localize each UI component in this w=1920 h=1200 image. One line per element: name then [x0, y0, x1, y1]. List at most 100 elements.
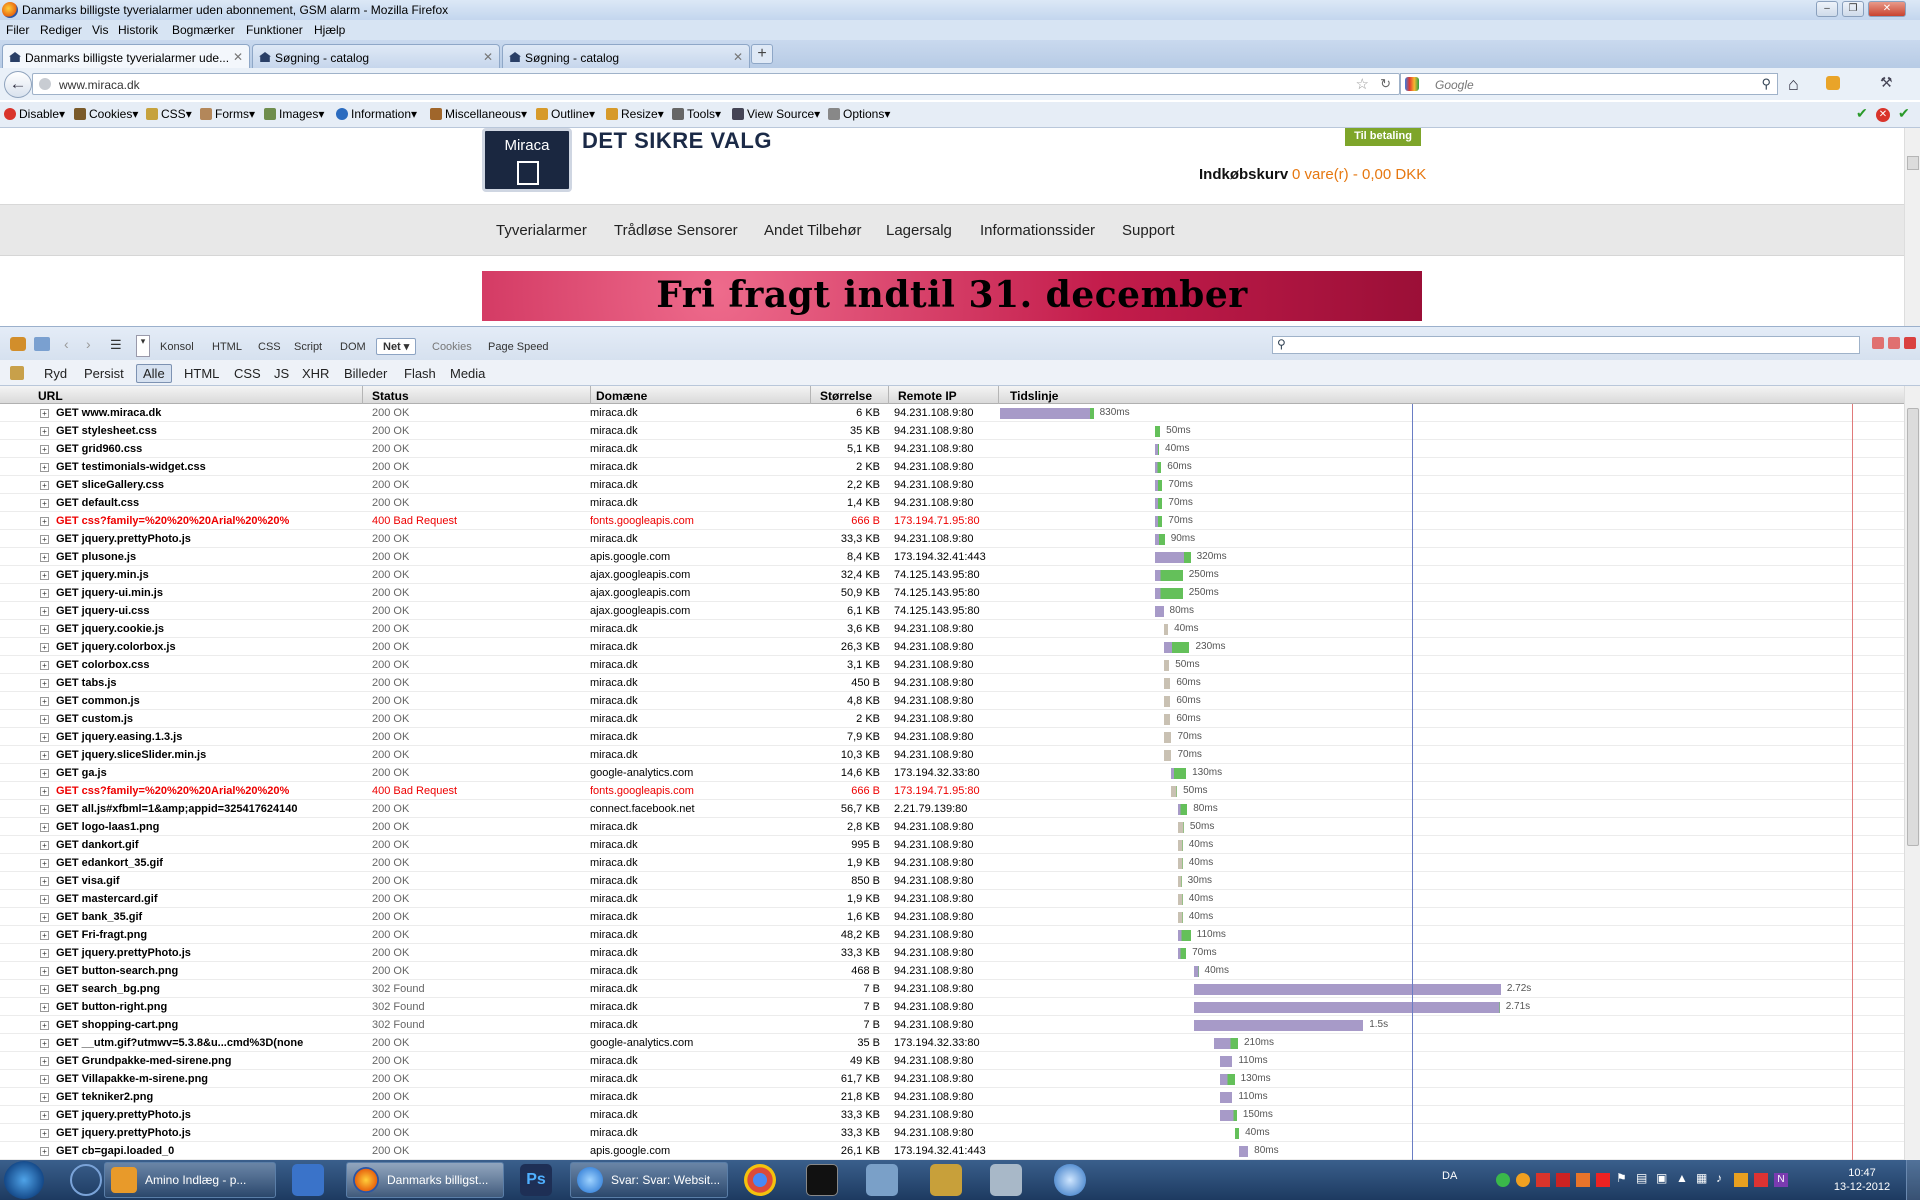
task-firefox[interactable]: Danmarks billigst... [346, 1162, 504, 1198]
wd-disable[interactable]: Disable▾ [4, 107, 65, 121]
expand-row-icon[interactable]: + [40, 967, 49, 976]
net-request-row[interactable]: + GET stylesheet.css 200 OK miraca.dk 35 KB 9… [0, 422, 1904, 440]
expand-row-icon[interactable]: + [40, 571, 49, 580]
expand-row-icon[interactable]: + [40, 949, 49, 958]
net-filter-js[interactable]: JS [274, 366, 289, 381]
timeline-bar[interactable] [1239, 1146, 1249, 1157]
tray-network-icon[interactable]: ▦ [1696, 1171, 1707, 1185]
expand-row-icon[interactable]: + [40, 1057, 49, 1066]
net-filter-xhr[interactable]: XHR [302, 366, 329, 381]
close-tab-icon[interactable]: ✕ [483, 50, 493, 64]
back-arrow-icon[interactable]: ‹ [64, 336, 69, 352]
new-tab-button[interactable]: + [751, 44, 773, 64]
addon-icon[interactable] [1826, 76, 1840, 90]
timeline-bar[interactable] [1154, 534, 1165, 545]
tray-pdf-icon[interactable] [1754, 1173, 1768, 1187]
checkmark-icon[interactable]: ✔ [1898, 105, 1910, 122]
expand-row-icon[interactable]: + [40, 553, 49, 562]
expand-row-icon[interactable]: + [40, 769, 49, 778]
net-request-row[interactable]: + GET edankort_35.gif 200 OK miraca.dk 1,9 K… [0, 854, 1904, 872]
expand-row-icon[interactable]: + [40, 805, 49, 814]
expand-row-icon[interactable]: + [40, 1021, 49, 1030]
expand-row-icon[interactable]: + [40, 481, 49, 490]
net-request-row[interactable]: + GET Villapakke-m-sirene.png 200 OK miraca… [0, 1070, 1904, 1088]
menu-vis[interactable]: Vis [92, 23, 108, 37]
timeline-bar[interactable] [1178, 894, 1183, 905]
net-request-row[interactable]: + GET www.miraca.dk 200 OK miraca.dk 6 KB 94.… [0, 404, 1904, 422]
expand-row-icon[interactable]: + [40, 427, 49, 436]
col-timeline[interactable]: Tidslinje [1010, 389, 1058, 403]
fb-minimize-icon[interactable] [1872, 337, 1884, 349]
timeline-bar[interactable] [1154, 516, 1163, 527]
net-request-row[interactable]: + GET jquery.cookie.js 200 OK miraca.dk 3,6 … [0, 620, 1904, 638]
fb-tab-dom[interactable]: DOM [340, 341, 366, 353]
cart-value[interactable]: 0 vare(r) - 0,00 DKK [1292, 166, 1426, 183]
expand-row-icon[interactable]: + [40, 625, 49, 634]
page-scrollbar[interactable] [1904, 128, 1920, 326]
tray-mail-icon[interactable] [1556, 1173, 1570, 1187]
timeline-bar[interactable] [1171, 768, 1187, 779]
timeline-bar[interactable] [1178, 948, 1187, 959]
expand-row-icon[interactable]: + [40, 1075, 49, 1084]
net-request-row[interactable]: + GET visa.gif 200 OK miraca.dk 850 B 94.231.… [0, 872, 1904, 890]
tools-icon[interactable]: ⚒ [1880, 74, 1893, 91]
expand-row-icon[interactable]: + [40, 1003, 49, 1012]
safari-icon[interactable] [1054, 1164, 1086, 1196]
menu-filer[interactable]: Filer [6, 23, 29, 37]
bookmark-star-icon[interactable]: ☆ [1356, 75, 1369, 93]
minimize-button[interactable]: – [1816, 1, 1838, 17]
net-request-row[interactable]: + GET jquery-ui.css 200 OK ajax.googleapis.… [0, 602, 1904, 620]
timeline-bar[interactable] [1178, 930, 1191, 941]
menu-bogmaerker[interactable]: Bogmærker [172, 23, 235, 37]
tray-signal-icon[interactable]: ▤ [1636, 1171, 1647, 1185]
net-request-row[interactable]: + GET plusone.js 200 OK apis.google.com 8,4 … [0, 548, 1904, 566]
net-request-row[interactable]: + GET __utm.gif?utmwv=5.3.8&u...cmd%3D(no… [0, 1034, 1904, 1052]
firebug-icon[interactable] [10, 337, 26, 351]
timeline-bar[interactable] [1214, 1038, 1238, 1049]
timeline-bar[interactable] [1154, 462, 1162, 473]
net-options-icon[interactable] [10, 366, 24, 380]
net-request-row[interactable]: + GET jquery.easing.1.3.js 200 OK miraca.dk… [0, 728, 1904, 746]
tray-folder-icon[interactable] [1734, 1173, 1748, 1187]
home-button-icon[interactable]: ⌂ [1788, 74, 1799, 95]
net-request-row[interactable]: + GET search_bg.png 302 Found miraca.dk 7 B 9… [0, 980, 1904, 998]
explorer-app-icon[interactable] [930, 1164, 962, 1196]
menu-funktioner[interactable]: Funktioner [246, 23, 303, 37]
expand-row-icon[interactable]: + [40, 877, 49, 886]
fb-tab-css[interactable]: CSS [258, 341, 281, 353]
site-nav-lagersalg[interactable]: Lagersalg [886, 222, 952, 239]
task-amino[interactable]: Amino Indlæg - p... [104, 1162, 276, 1198]
wd-forms[interactable]: Forms▾ [200, 107, 255, 121]
expand-row-icon[interactable]: + [40, 445, 49, 454]
task-ie[interactable]: Svar: Svar: Websit... [570, 1162, 728, 1198]
net-request-row[interactable]: + GET logo-laas1.png 200 OK miraca.dk 2,8 KB… [0, 818, 1904, 836]
expand-row-icon[interactable]: + [40, 589, 49, 598]
net-request-row[interactable]: + GET dankort.gif 200 OK miraca.dk 995 B 94.2… [0, 836, 1904, 854]
timeline-bar[interactable] [1178, 822, 1184, 833]
net-request-row[interactable]: + GET button-search.png 200 OK miraca.dk 468… [0, 962, 1904, 980]
show-desktop-button[interactable] [1906, 1160, 1920, 1200]
net-filter-media[interactable]: Media [450, 366, 485, 381]
back-button[interactable]: ← [4, 71, 32, 98]
timeline-bar[interactable] [1163, 696, 1171, 707]
tab-catalog-2[interactable]: Søgning - catalog ✕ [502, 44, 750, 68]
net-request-row[interactable]: + GET jquery.prettyPhoto.js 200 OK miraca.d… [0, 944, 1904, 962]
expand-row-icon[interactable]: + [40, 751, 49, 760]
timeline-bar[interactable] [1154, 498, 1163, 509]
tools-app-icon[interactable] [990, 1164, 1022, 1196]
timeline-bar[interactable] [1194, 1002, 1500, 1013]
timeline-bar[interactable] [1219, 1074, 1235, 1085]
fb-tab-script[interactable]: Script [294, 341, 322, 353]
net-request-row[interactable]: + GET all.js#xfbml=1&amp;appid=3254176241… [0, 800, 1904, 818]
expand-row-icon[interactable]: + [40, 517, 49, 526]
expand-row-icon[interactable]: + [40, 787, 49, 796]
timeline-bar[interactable] [1163, 732, 1172, 743]
wd-view-source[interactable]: View Source▾ [732, 107, 820, 121]
timeline-bar[interactable] [1163, 714, 1171, 725]
tray-display-icon[interactable]: ▣ [1656, 1171, 1667, 1185]
net-request-row[interactable]: + GET shopping-cart.png 302 Found miraca.dk… [0, 1016, 1904, 1034]
net-request-row[interactable]: + GET Fri-fragt.png 200 OK miraca.dk 48,2 KB… [0, 926, 1904, 944]
menu-rediger[interactable]: Rediger [40, 23, 82, 37]
terminal-app-icon[interactable] [292, 1164, 324, 1196]
inspect-icon[interactable] [34, 337, 50, 351]
